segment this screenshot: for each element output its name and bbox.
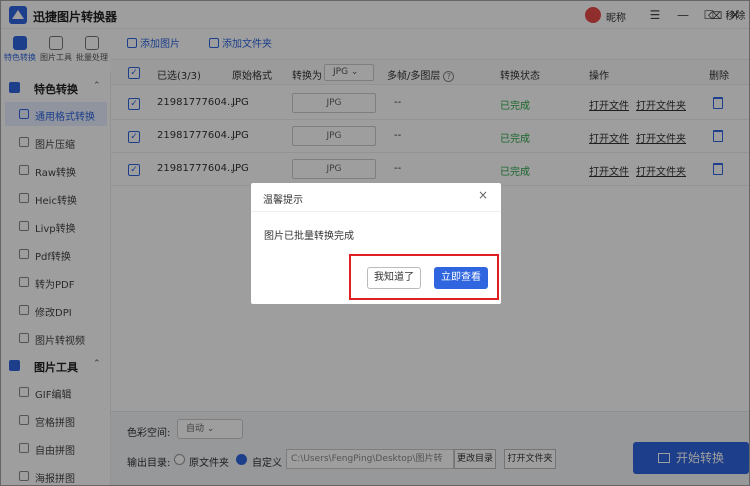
app-window: 迅捷图片转换器 昵称 ☰ — ☐ ✕ 特色转换 图片工具 批量处理 特色转换 ⌃… (0, 0, 750, 486)
dialog-title: 温馨提示 (263, 195, 303, 206)
view-now-button[interactable]: 立即查看 (434, 267, 488, 289)
dialog-divider (251, 211, 501, 212)
dialog-message: 图片已批量转换完成 (264, 231, 354, 242)
notice-dialog: 温馨提示 × 图片已批量转换完成 我知道了 立即查看 (251, 183, 501, 304)
close-icon[interactable]: × (478, 188, 488, 202)
acknowledge-button[interactable]: 我知道了 (367, 267, 421, 289)
